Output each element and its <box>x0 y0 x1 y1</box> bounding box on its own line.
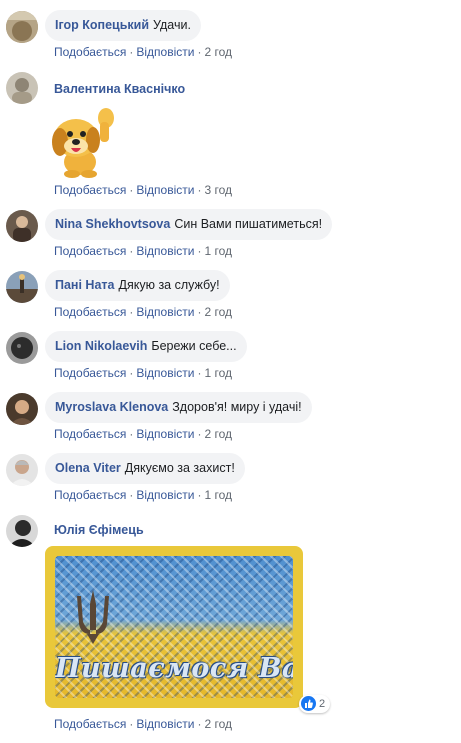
separator: · <box>197 244 202 258</box>
like-link[interactable]: Подобається <box>54 366 126 380</box>
comment-actions: Подобається · Відповісти · 3 год <box>54 183 232 197</box>
separator: · <box>197 305 202 319</box>
like-link[interactable]: Подобається <box>54 717 126 731</box>
comment-text: Удачи. <box>153 18 191 32</box>
comment-actions: Подобається · Відповісти · 1 год <box>54 488 232 502</box>
comment-author[interactable]: Пані Ната <box>55 278 115 292</box>
comment-actions: Подобається · Відповісти · 2 год <box>54 427 232 441</box>
timestamp[interactable]: 2 год <box>204 45 232 59</box>
like-link[interactable]: Подобається <box>54 45 126 59</box>
reply-link[interactable]: Відповісти <box>136 488 194 502</box>
puppy-sticker-icon <box>52 108 114 178</box>
separator: · <box>197 427 202 441</box>
image-embroidery-background: Пишаємося Вами! <box>55 556 293 698</box>
reply-link[interactable]: Відповісти <box>136 244 194 258</box>
like-link[interactable]: Подобається <box>54 427 126 441</box>
like-link[interactable]: Подобається <box>54 183 126 197</box>
timestamp[interactable]: 1 год <box>204 366 232 380</box>
reply-link[interactable]: Відповісти <box>136 427 194 441</box>
comment-author[interactable]: Юлія Єфімець <box>54 523 144 537</box>
avatar[interactable] <box>6 271 38 303</box>
separator: · <box>129 305 134 319</box>
avatar[interactable] <box>6 393 38 425</box>
comment-text: Бережи себе... <box>151 339 237 353</box>
reaction-count: 2 <box>319 698 326 710</box>
reply-link[interactable]: Відповісти <box>136 717 194 731</box>
separator: · <box>129 244 134 258</box>
comment-actions: Подобається · Відповісти · 2 год <box>54 305 232 319</box>
reply-link[interactable]: Відповісти <box>136 305 194 319</box>
trident-icon <box>77 590 109 644</box>
timestamp[interactable]: 2 год <box>204 427 232 441</box>
comment-actions: Подобається · Відповісти · 1 год <box>54 366 232 380</box>
puppy-waving-sticker <box>46 104 118 178</box>
comment-bubble: Nina Shekhovtsova Син Вами пишатиметься! <box>45 209 333 240</box>
comment-author[interactable]: Lion Nikolaevih <box>55 339 147 353</box>
separator: · <box>129 717 134 731</box>
timestamp[interactable]: 3 год <box>204 183 232 197</box>
like-link[interactable]: Подобається <box>54 305 126 319</box>
separator: · <box>129 427 134 441</box>
separator: · <box>129 488 134 502</box>
separator: · <box>129 183 134 197</box>
comment-bubble: Olena Viter Дякуємо за захист! <box>45 453 245 484</box>
comment-text: Дякуємо за захист! <box>124 461 235 475</box>
avatar-image-icon <box>6 271 38 303</box>
comment-actions: Подобається · Відповісти · 2 год <box>54 45 232 59</box>
timestamp[interactable]: 1 год <box>204 488 232 502</box>
avatar[interactable] <box>6 11 38 43</box>
avatar[interactable] <box>6 72 38 104</box>
reaction-count-badge[interactable]: 2 <box>299 695 331 713</box>
comment-bubble: Lion Nikolaevih Бережи себе... <box>45 331 247 362</box>
timestamp[interactable]: 1 год <box>204 244 232 258</box>
avatar[interactable] <box>6 332 38 364</box>
separator: · <box>129 45 134 59</box>
avatar-image-icon <box>6 72 38 104</box>
comment-author[interactable]: Валентина Кваснічко <box>54 82 185 96</box>
image-caption-text: Пишаємося Вами! <box>55 653 293 684</box>
avatar-image-icon <box>6 332 38 364</box>
comment-bubble: Ігор Копецький Удачи. <box>45 10 201 41</box>
avatar[interactable] <box>6 515 38 547</box>
avatar-image-icon <box>6 11 38 43</box>
avatar-image-icon <box>6 210 38 242</box>
comment-bubble: Myroslava Klenova Здоров'я! миру і удачі! <box>45 392 312 423</box>
reply-link[interactable]: Відповісти <box>136 183 194 197</box>
avatar-image-icon <box>6 515 38 547</box>
separator: · <box>197 183 202 197</box>
timestamp[interactable]: 2 год <box>204 717 232 731</box>
reply-link[interactable]: Відповісти <box>136 45 194 59</box>
reply-link[interactable]: Відповісти <box>136 366 194 380</box>
comment-text: Син Вами пишатиметься! <box>174 217 323 231</box>
comment-author[interactable]: Olena Viter <box>55 461 121 475</box>
comment-author[interactable]: Ігор Копецький <box>55 18 149 32</box>
like-link[interactable]: Подобається <box>54 488 126 502</box>
avatar-image-icon <box>6 454 38 486</box>
avatar[interactable] <box>6 454 38 486</box>
separator: · <box>197 45 202 59</box>
comment-author[interactable]: Nina Shekhovtsova <box>55 217 170 231</box>
comment-text: Здоров'я! миру і удачі! <box>172 400 302 414</box>
separator: · <box>197 488 202 502</box>
comment-text: Дякую за службу! <box>118 278 220 292</box>
avatar-image-icon <box>6 393 38 425</box>
comment-bubble: Пані Ната Дякую за службу! <box>45 270 230 301</box>
separator: · <box>197 366 202 380</box>
separator: · <box>197 717 202 731</box>
comment-actions: Подобається · Відповісти · 1 год <box>54 244 232 258</box>
timestamp[interactable]: 2 год <box>204 305 232 319</box>
avatar[interactable] <box>6 210 38 242</box>
thumbs-up-icon <box>301 695 316 711</box>
separator: · <box>129 366 134 380</box>
like-link[interactable]: Подобається <box>54 244 126 258</box>
comment-author[interactable]: Myroslava Klenova <box>55 400 168 414</box>
comment-actions: Подобається · Відповісти · 2 год <box>54 717 232 731</box>
attached-image[interactable]: Пишаємося Вами! <box>45 546 303 708</box>
